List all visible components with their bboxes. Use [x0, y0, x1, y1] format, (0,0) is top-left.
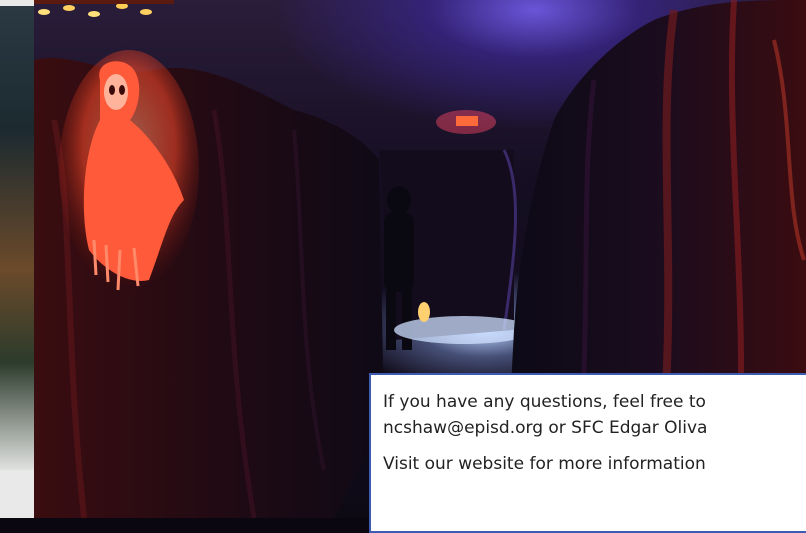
ghost-decoration: [59, 50, 199, 291]
string-lights: [34, 0, 174, 17]
document-left-margin: [0, 0, 38, 518]
contact-email-text: ncshaw@episd.org or SFC Edgar Oliva: [383, 418, 708, 438]
contact-questions-text: If you have any questions, feel free to: [383, 392, 706, 412]
margin-divider: [0, 0, 38, 6]
margin-divider: [0, 470, 38, 518]
exit-sign-light: [436, 110, 496, 134]
contact-info-box: If you have any questions, feel free to …: [369, 373, 806, 533]
floor-light: [394, 316, 534, 344]
website-info-text: Visit our website for more information: [383, 454, 706, 474]
